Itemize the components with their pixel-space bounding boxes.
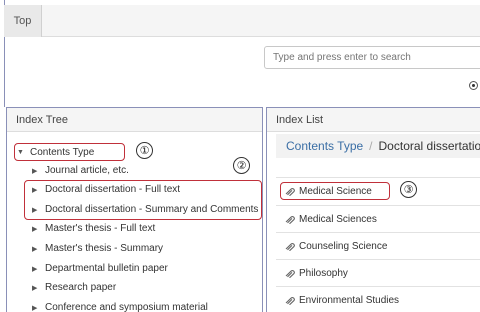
triangle-right-icon: ▶ — [32, 284, 38, 292]
triangle-right-icon: ▶ — [32, 265, 38, 273]
list-item[interactable]: Philosophy — [276, 259, 480, 287]
tree-item-label: Research paper — [45, 282, 117, 293]
callout-1: ① — [136, 142, 153, 159]
highlight-box-doctoral — [24, 180, 262, 220]
index-list-title: Index List — [267, 108, 480, 132]
callout-2: ② — [233, 157, 250, 174]
tree-item[interactable]: ▶ Journal article, etc. — [32, 165, 129, 176]
tree-item-label: Departmental bulletin paper — [45, 263, 168, 274]
tree-item-label: Master's thesis - Full text — [45, 223, 156, 234]
breadcrumb-separator: / — [369, 139, 373, 153]
list-item[interactable]: Environmental Studies — [276, 286, 480, 312]
callout-3: ③ — [400, 181, 417, 198]
frame-line — [4, 37, 5, 107]
tree-item-label: Master's thesis - Summary — [45, 243, 164, 254]
breadcrumb-current: Doctoral dissertation — [378, 139, 480, 153]
tree-item[interactable]: ▶ Master's thesis - Summary — [32, 243, 163, 254]
list-item-label: Philosophy — [299, 268, 348, 279]
list-item[interactable]: Medical Sciences — [276, 205, 480, 233]
list-item-label: Medical Sciences — [299, 214, 377, 225]
highlight-box-contents-type — [14, 143, 125, 161]
triangle-right-icon: ▶ — [32, 245, 38, 253]
tab-strip — [4, 5, 480, 37]
list-item-label: Environmental Studies — [299, 295, 400, 306]
list-item-label: Counseling Science — [299, 241, 388, 252]
paperclip-icon — [285, 269, 295, 278]
paperclip-icon — [285, 215, 295, 224]
triangle-right-icon: ▶ — [32, 304, 38, 312]
tree-item-label: Conference and symposium material — [45, 302, 208, 312]
breadcrumb: Contents Type / Doctoral dissertation — [276, 134, 480, 158]
paperclip-icon — [285, 242, 295, 251]
breadcrumb-link[interactable]: Contents Type — [286, 139, 363, 153]
paperclip-icon — [285, 296, 295, 305]
list-item[interactable]: Counseling Science — [276, 232, 480, 260]
triangle-right-icon: ▶ — [32, 167, 38, 175]
search-option-radio[interactable] — [469, 81, 478, 90]
search-input[interactable] — [264, 46, 480, 69]
index-tree-title: Index Tree — [7, 108, 262, 132]
tree-item[interactable]: ▶ Research paper — [32, 282, 116, 293]
tab-top[interactable]: Top — [4, 5, 42, 37]
highlight-box-medical-science — [280, 182, 390, 200]
tree-item[interactable]: ▶ Departmental bulletin paper — [32, 263, 168, 274]
tree-item-label: Journal article, etc. — [45, 165, 129, 176]
tree-item[interactable]: ▶ Conference and symposium material — [32, 302, 208, 312]
tree-item[interactable]: ▶ Master's thesis - Full text — [32, 223, 155, 234]
triangle-right-icon: ▶ — [32, 225, 38, 233]
